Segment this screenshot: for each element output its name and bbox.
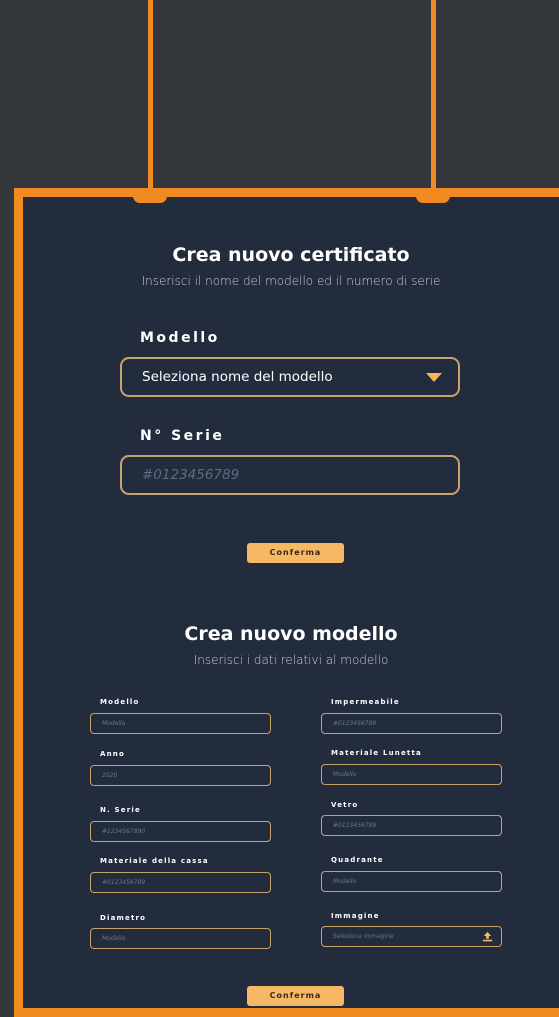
field-label-diametro: Diametro (100, 914, 147, 922)
serial-placeholder: #0123456789 (142, 467, 240, 483)
model-confirm-button[interactable]: Conferma (247, 986, 344, 1006)
certificate-confirm-button[interactable]: Conferma (247, 543, 344, 563)
diametro-input[interactable]: Modello (90, 928, 271, 949)
field-label-vetro: Vetro (331, 801, 359, 809)
field-label-anno: Anno (100, 750, 125, 758)
serie-placeholder: #1234567890 (102, 828, 146, 835)
materiale-cassa-placeholder: #0123456789 (102, 879, 146, 886)
diametro-placeholder: Modello (102, 935, 126, 942)
certificate-title: Crea nuovo certificato (172, 244, 410, 266)
anno-placeholder: 2020 (102, 772, 118, 779)
immagine-placeholder: Seleziona immagine (333, 933, 394, 940)
certificate-subtitle: Inserisci il nome del modello ed il nume… (141, 274, 441, 288)
model-label: Modello (140, 330, 220, 346)
quadrante-input[interactable]: Modello (321, 871, 502, 892)
field-label-immagine: Immagine (331, 912, 380, 920)
materiale-cassa-input[interactable]: #0123456789 (90, 872, 271, 893)
vetro-input[interactable]: #0123456789 (321, 815, 502, 836)
hanger-cap-right (416, 189, 450, 203)
field-label-impermeabile: Impermeabile (331, 698, 400, 706)
model-select-value: Seleziona nome del modello (142, 369, 333, 385)
field-label-modello: Modello (100, 698, 140, 706)
field-label-quadrante: Quadrante (331, 856, 384, 864)
hanger-cap-left (133, 189, 167, 203)
materiale-lunetta-input[interactable]: Modello (321, 764, 502, 785)
field-label-materiale-cassa: Materiale della cassa (100, 857, 209, 865)
upload-icon[interactable] (482, 931, 493, 942)
modello-input[interactable]: Modello (90, 713, 271, 734)
hanger-left (148, 0, 153, 190)
serial-input[interactable]: #0123456789 (120, 455, 460, 495)
materiale-lunetta-placeholder: Modello (333, 771, 357, 778)
serie-input[interactable]: #1234567890 (90, 821, 271, 842)
serial-label: N° Serie (140, 428, 225, 444)
quadrante-placeholder: Modello (333, 878, 357, 885)
chevron-down-icon[interactable] (426, 373, 442, 382)
vetro-placeholder: #0123456789 (333, 822, 377, 829)
anno-input[interactable]: 2020 (90, 765, 271, 786)
hanger-right (431, 0, 436, 190)
field-label-materiale-lunetta: Materiale Lunetta (331, 749, 422, 757)
impermeabile-input[interactable]: #0123456789 (321, 713, 502, 734)
impermeabile-placeholder: #0123456789 (333, 720, 377, 727)
modello-placeholder: Modello (102, 720, 126, 727)
form-panel: Crea nuovo certificato Inserisci il nome… (14, 188, 559, 1017)
field-label-serie: N. Serie (100, 806, 141, 814)
model-select[interactable]: Seleziona nome del modello (120, 357, 460, 397)
model-title: Crea nuovo modello (184, 623, 398, 645)
immagine-upload-input[interactable]: Seleziona immagine (321, 926, 502, 947)
model-subtitle: Inserisci i dati relativi al modello (193, 653, 389, 667)
